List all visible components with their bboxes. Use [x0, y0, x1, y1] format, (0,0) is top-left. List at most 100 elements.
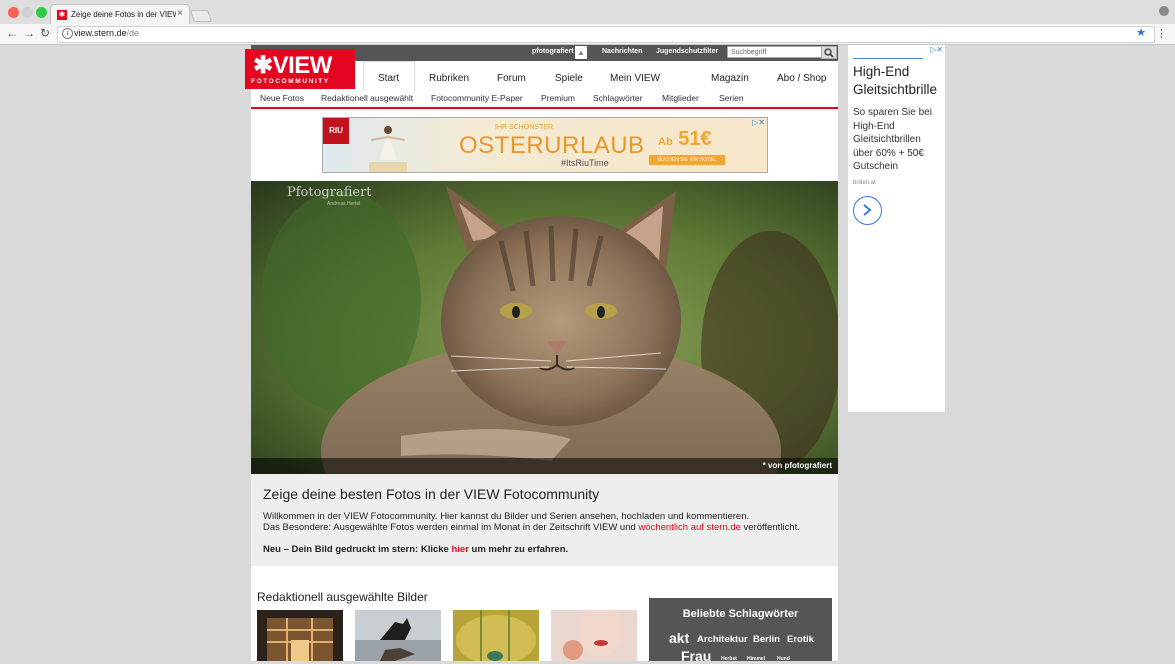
side-ad[interactable]: ▷✕ High-End Gleitsichtbrille So sparen S…	[848, 45, 945, 412]
ad-price-value: 51€	[678, 128, 712, 150]
nav-magazin[interactable]: Magazin	[711, 73, 749, 84]
intro-paragraph-2: Das Besondere: Ausgewählte Fotos werden …	[263, 522, 800, 533]
url-path: /de	[126, 28, 140, 38]
subnav-redaktionell[interactable]: Redaktionell ausgewählt	[321, 93, 413, 103]
address-bar: ← → ↻ i view.stern.de/de ★ ⋮	[0, 24, 1175, 45]
tag-architektur[interactable]: Architektur	[697, 634, 748, 645]
photo-credit[interactable]: * von pfotografiert	[763, 461, 832, 470]
side-ad-arrow-button[interactable]	[853, 196, 882, 225]
ad-choices-icon[interactable]: ▷✕	[930, 45, 943, 54]
side-ad-headline[interactable]: High-End Gleitsichtbrille	[853, 63, 945, 99]
forward-arrow-icon[interactable]: →	[23, 26, 35, 40]
tag-cloud: Beliebte Schlagwörter akt Architektur Be…	[649, 598, 832, 664]
riu-logo: RIU	[323, 118, 349, 144]
photo-caption-bar: * von pfotografiert	[251, 458, 838, 474]
sub-navigation: Neue Fotos Redaktionell ausgewählt Fotoc…	[251, 89, 838, 109]
ad-price: Ab 51€	[658, 128, 712, 151]
ad-hashtag: #ItsRiuTime	[561, 158, 609, 168]
subnav-neue-fotos[interactable]: Neue Fotos	[260, 93, 304, 103]
logo-wordmark: ✱VIEW	[253, 52, 333, 79]
subnav-serien[interactable]: Serien	[719, 93, 744, 103]
tab-title: Zeige deine Fotos in der VIEW	[71, 10, 176, 19]
hero-photo[interactable]: Pfotografiert Andreas Hertel * von pfoto…	[251, 181, 838, 474]
url-host: view.stern.de	[74, 28, 127, 38]
subnav-premium[interactable]: Premium	[541, 93, 575, 103]
ad-choices-icon[interactable]: ▷✕	[752, 118, 765, 127]
ad-cta-button[interactable]: BUCHEN SIE IHR HOTEL	[649, 155, 725, 165]
page-content: pfotografiert ▲ Nachrichten Jugendschutz…	[245, 45, 838, 664]
intro-section: Zeige deine besten Fotos in der VIEW Fot…	[251, 474, 838, 566]
horse-statue-photo-image	[355, 610, 441, 661]
main-navigation: Start Rubriken Forum Spiele Mein VIEW Ma…	[363, 61, 838, 91]
nachrichten-link[interactable]: Nachrichten	[602, 48, 642, 55]
cat-photo-image	[251, 181, 838, 474]
minimize-window-button[interactable]	[22, 7, 33, 18]
intro-paragraph-3: Neu – Dein Bild gedruckt im stern: Klick…	[263, 544, 568, 555]
close-window-button[interactable]	[8, 7, 19, 18]
profile-icon[interactable]	[1159, 6, 1169, 16]
browser-tab-bar: ✱ Zeige deine Fotos in der VIEW ×	[0, 0, 1175, 26]
side-ad-domain: brillen.at	[853, 180, 876, 186]
ad-small-text: IHR SCHÖNSTER	[495, 124, 553, 131]
tag-berlin[interactable]: Berlin	[753, 634, 780, 645]
tag-herbst[interactable]: Herbst	[721, 656, 737, 662]
tag-erotik[interactable]: Erotik	[787, 634, 814, 645]
hier-link[interactable]: hier	[451, 544, 468, 555]
logo-text: VIEW	[272, 52, 333, 79]
nav-spiele[interactable]: Spiele	[555, 73, 583, 84]
side-ad-body: So sparen Sie bei High-End Gleitsichtbri…	[853, 107, 932, 172]
pfotografiert-link[interactable]: pfotografiert	[532, 48, 574, 55]
intro-p3-end: um mehr zu erfahren.	[468, 544, 569, 555]
photo-watermark-author: Andreas Hertel	[327, 201, 361, 207]
thumbnail-photo[interactable]	[355, 610, 441, 661]
architecture-photo-image	[257, 610, 343, 661]
thumbnail-photo[interactable]	[551, 610, 637, 661]
view-logo[interactable]: ✱VIEW FOTOCOMMUNITY	[245, 49, 355, 89]
nav-mein-view[interactable]: Mein VIEW	[610, 73, 660, 84]
thumbnail-photo[interactable]	[453, 610, 539, 661]
browser-tab[interactable]: ✱ Zeige deine Fotos in der VIEW ×	[50, 4, 190, 26]
tag-cloud-title: Beliebte Schlagwörter	[682, 608, 799, 620]
browser-menu-icon[interactable]: ⋮	[1156, 27, 1167, 40]
url-text[interactable]: view.stern.de/de	[74, 28, 139, 38]
user-avatar-icon[interactable]: ▲	[575, 46, 587, 59]
site-info-icon[interactable]: i	[62, 28, 73, 39]
subnav-mitglieder[interactable]: Mitglieder	[662, 93, 699, 103]
banner-ad[interactable]: RIU IHR SCHÖNSTER OSTERURLAUB #ItsRiuTim…	[322, 117, 768, 173]
side-ad-divider	[853, 58, 923, 59]
back-arrow-icon[interactable]: ←	[6, 26, 18, 40]
logo-subtitle: FOTOCOMMUNITY	[251, 78, 330, 85]
new-tab-button[interactable]	[189, 10, 213, 22]
maximize-window-button[interactable]	[36, 7, 47, 18]
tag-hund[interactable]: Hund	[777, 656, 790, 662]
subnav-schlagwoerter[interactable]: Schlagwörter	[593, 93, 643, 103]
search-input[interactable]: Suchbegriff	[727, 46, 822, 58]
url-field[interactable]: i view.stern.de/de ★	[57, 26, 1155, 43]
photo-watermark: Pfotografiert	[287, 185, 372, 200]
chevron-right-icon	[863, 204, 872, 216]
intro-p2-end: veröffentlicht.	[740, 522, 800, 533]
nav-rubriken[interactable]: Rubriken	[429, 73, 469, 84]
ad-headline: OSTERURLAUB	[459, 132, 645, 159]
intro-p2-text: Das Besondere: Ausgewählte Fotos werden …	[263, 522, 639, 533]
stern-favicon-icon: ✱	[57, 10, 67, 20]
tag-akt[interactable]: akt	[669, 630, 689, 646]
intro-p3-text: Neu – Dein Bild gedruckt im stern: Klick…	[263, 544, 452, 555]
intro-title: Zeige deine besten Fotos in der VIEW Fot…	[263, 486, 600, 502]
tag-frau[interactable]: Frau	[681, 648, 711, 664]
stern-weekly-link[interactable]: wöchentlich auf stern.de	[638, 522, 740, 533]
bookmark-star-icon[interactable]: ★	[1136, 26, 1146, 39]
selected-images-title: Redaktionell ausgewählte Bilder	[257, 590, 428, 604]
nav-start[interactable]: Start	[378, 73, 399, 84]
nav-forum[interactable]: Forum	[497, 73, 526, 84]
thumbnail-photo[interactable]	[257, 610, 343, 661]
jugendschutzfilter-link[interactable]: Jugendschutzfilter	[656, 48, 718, 55]
intro-paragraph-1: Willkommen in der VIEW Fotocommunity. Hi…	[263, 511, 750, 522]
subnav-epaper[interactable]: Fotocommunity E-Paper	[431, 93, 523, 103]
tab-close-icon[interactable]: ×	[177, 8, 183, 19]
tag-himmel[interactable]: Himmel	[747, 656, 765, 662]
reload-icon[interactable]: ↻	[40, 26, 50, 40]
portrait-photo-image	[551, 610, 637, 661]
search-button[interactable]	[821, 46, 837, 59]
nav-abo-shop[interactable]: Abo / Shop	[777, 73, 826, 84]
